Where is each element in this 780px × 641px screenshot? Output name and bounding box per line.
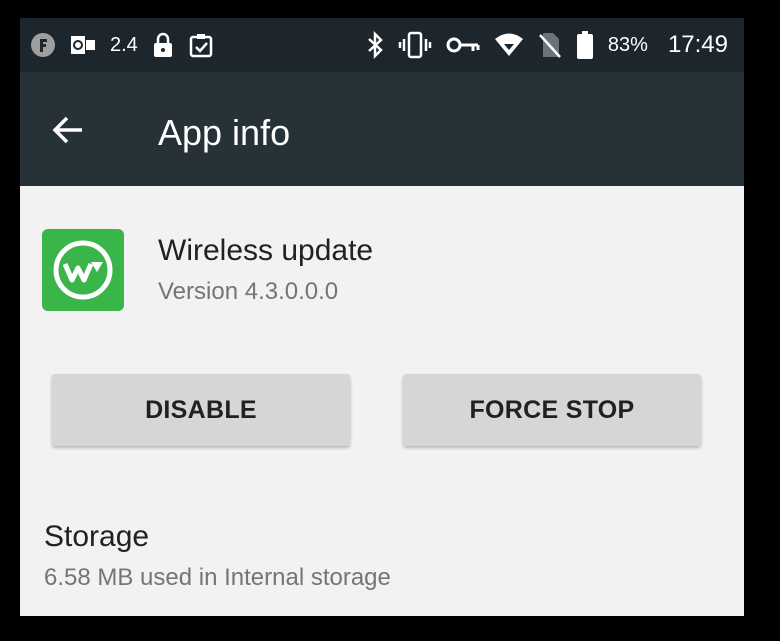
status-bar: 2.4 83% 17:49 <box>20 18 744 72</box>
wifi-icon <box>494 32 524 58</box>
page-title: App info <box>158 112 291 153</box>
outlook-icon <box>70 34 96 56</box>
status-bar-right: 83% 17:49 <box>366 18 728 72</box>
clock: 17:49 <box>667 31 728 58</box>
lock-icon <box>152 32 174 58</box>
wireless-update-logo-icon <box>42 229 124 311</box>
battery-percent: 83% <box>607 33 648 56</box>
status-bar-left: 2.4 <box>30 18 214 72</box>
storage-title[interactable]: Storage <box>44 520 149 554</box>
battery-icon <box>576 30 594 60</box>
app-info-screen: 2.4 83% 17:49 App info Wireless update V… <box>20 18 744 616</box>
no-sim-icon <box>538 31 562 59</box>
vibrate-icon <box>398 31 432 59</box>
firefox-icon <box>30 32 56 58</box>
app-version: Version 4.3.0.0.0 <box>158 278 339 305</box>
bluetooth-icon <box>366 31 384 59</box>
storage-summary: 6.58 MB used in Internal storage <box>44 564 391 591</box>
app-name: Wireless update <box>158 234 374 267</box>
network-speed-text: 2.4 <box>110 33 138 56</box>
disable-button[interactable]: DISABLE <box>52 374 350 446</box>
force-stop-button[interactable]: FORCE STOP <box>403 374 701 446</box>
arrow-back-icon[interactable] <box>48 110 88 150</box>
vpn-key-icon <box>446 35 480 55</box>
app-bar: App info <box>20 72 744 186</box>
clipboard-check-icon <box>188 32 214 58</box>
